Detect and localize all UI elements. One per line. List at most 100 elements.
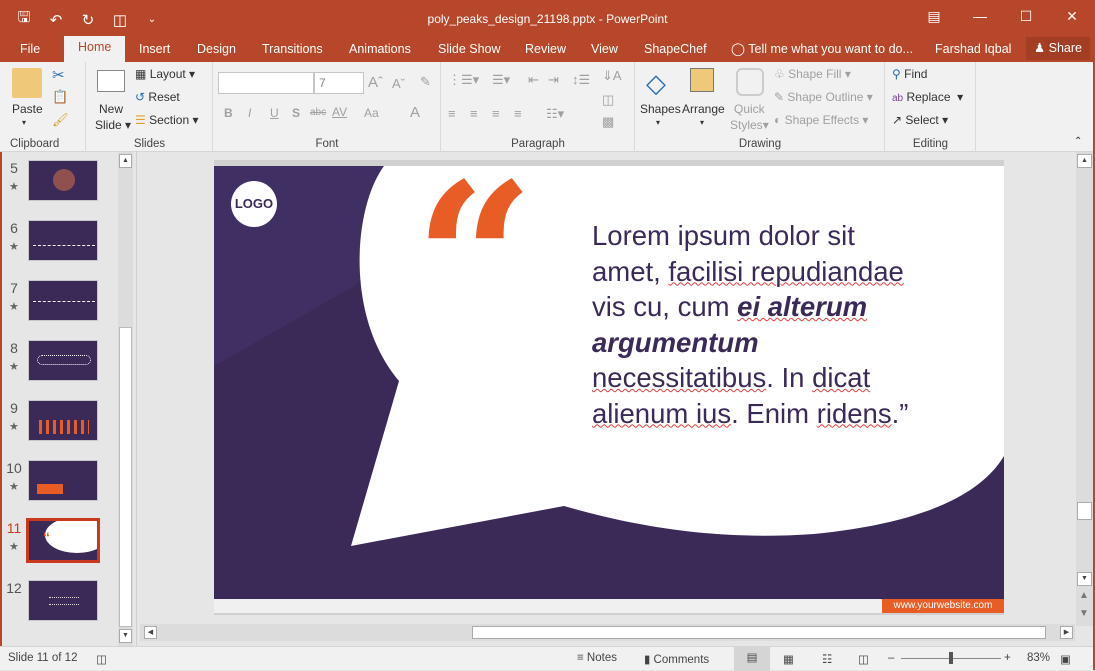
- select-button[interactable]: ↗ Select ▾: [892, 113, 948, 127]
- format-painter-icon[interactable]: 🖌: [52, 112, 69, 128]
- close-icon[interactable]: ✕: [1049, 0, 1095, 32]
- quick-styles-label-1[interactable]: Quick: [734, 102, 765, 116]
- align-center-icon[interactable]: ≡: [470, 106, 478, 121]
- text-direction-icon[interactable]: ⇓A: [602, 68, 622, 84]
- slide-thumbnail-7[interactable]: 7 ★: [0, 280, 118, 335]
- font-color-button[interactable]: A: [410, 104, 420, 121]
- website-text[interactable]: www.yourwebsite.com: [882, 599, 1004, 613]
- scroll-left-icon[interactable]: ◀: [144, 626, 157, 639]
- minimize-icon[interactable]: —: [957, 0, 1003, 32]
- scroll-up-icon[interactable]: ▲: [119, 154, 132, 168]
- paste-dropdown-icon[interactable]: ▾: [22, 118, 26, 127]
- numbering-icon[interactable]: ☰▾: [492, 72, 510, 88]
- thumbnail-image[interactable]: [28, 160, 98, 201]
- tab-design[interactable]: Design: [197, 40, 236, 62]
- font-size-input[interactable]: 7: [314, 72, 364, 94]
- smartart-icon[interactable]: ▩: [602, 114, 614, 130]
- underline-button[interactable]: U: [270, 106, 279, 120]
- scroll-right-icon[interactable]: ▶: [1060, 626, 1073, 639]
- arrange-icon[interactable]: [690, 68, 714, 92]
- start-slideshow-icon[interactable]: ◫: [110, 11, 130, 29]
- change-case-button[interactable]: Aa: [364, 106, 379, 120]
- save-icon[interactable]: 🖫: [14, 7, 34, 32]
- share-button[interactable]: ♟ Share: [1025, 37, 1090, 60]
- slide-thumbnail-6[interactable]: 6 ★: [0, 220, 118, 275]
- align-left-icon[interactable]: ≡: [448, 106, 456, 121]
- scroll-down-icon[interactable]: ▼: [1077, 572, 1092, 586]
- arrange-button[interactable]: Arrange: [682, 102, 725, 116]
- shadow-button[interactable]: S: [292, 106, 300, 120]
- decrease-indent-icon[interactable]: ⇤: [528, 72, 539, 88]
- tab-review[interactable]: Review: [525, 40, 566, 62]
- previous-slide-icon[interactable]: ▲: [1079, 590, 1089, 601]
- next-slide-icon[interactable]: ▼: [1079, 608, 1089, 619]
- spell-check-icon[interactable]: ◫: [96, 652, 107, 666]
- increase-indent-icon[interactable]: ⇥: [548, 72, 559, 88]
- maximize-icon[interactable]: ☐: [1003, 0, 1049, 32]
- thumbnail-image[interactable]: [28, 340, 98, 381]
- user-name[interactable]: Farshad Iqbal: [935, 40, 1011, 62]
- shapes-dropdown-icon[interactable]: ▾: [656, 118, 660, 127]
- slide-thumbnail-11[interactable]: 11 ★ “: [0, 518, 118, 575]
- slide-sorter-button[interactable]: ▦: [783, 652, 794, 666]
- fit-slide-icon[interactable]: ▣: [1060, 652, 1071, 666]
- columns-icon[interactable]: ☷▾: [546, 106, 564, 122]
- scroll-down-icon[interactable]: ▼: [119, 629, 132, 643]
- ribbon-display-icon[interactable]: ▤: [911, 0, 957, 32]
- bullets-icon[interactable]: ⋮☰▾: [448, 72, 479, 88]
- redo-icon[interactable]: ↻: [78, 11, 98, 29]
- slide-canvas[interactable]: LOGO “ Lorem ipsum dolor sit amet, facil…: [214, 166, 1004, 613]
- tab-shapechef[interactable]: ShapeChef: [644, 40, 707, 62]
- undo-icon[interactable]: ↶: [46, 11, 66, 29]
- thumbnail-image[interactable]: [28, 400, 98, 441]
- shape-outline-button[interactable]: ✎ Shape Outline ▾: [774, 90, 873, 104]
- zoom-out-button[interactable]: –: [888, 652, 894, 664]
- zoom-slider-thumb[interactable]: [949, 652, 953, 664]
- slideshow-view-button[interactable]: ◫: [858, 652, 869, 666]
- justify-icon[interactable]: ≡: [514, 106, 522, 121]
- quick-styles-label-2[interactable]: Styles▾: [730, 118, 769, 132]
- find-button[interactable]: ⚲ Find: [892, 67, 927, 81]
- copy-icon[interactable]: 📋: [52, 89, 68, 105]
- tab-home[interactable]: Home: [64, 36, 126, 62]
- strikethrough-button[interactable]: abc: [310, 107, 326, 118]
- new-slide-label-2[interactable]: Slide ▾: [95, 118, 131, 132]
- tab-view[interactable]: View: [591, 40, 618, 62]
- slide-thumbnail-9[interactable]: 9 ★: [0, 400, 118, 455]
- reading-view-button[interactable]: ☷: [822, 652, 832, 666]
- tab-transitions[interactable]: Transitions: [262, 40, 323, 62]
- shapes-icon[interactable]: ◇: [646, 68, 666, 99]
- align-right-icon[interactable]: ≡: [492, 106, 500, 121]
- section-button[interactable]: ☰ Section ▾: [135, 113, 199, 127]
- zoom-in-button[interactable]: +: [1004, 652, 1011, 664]
- tab-file[interactable]: File: [20, 40, 40, 62]
- cut-icon[interactable]: ✂: [52, 66, 65, 84]
- slide-thumbnail-12[interactable]: 12: [0, 580, 118, 635]
- shape-fill-button[interactable]: ♧ Shape Fill ▾: [774, 67, 851, 81]
- shape-effects-button[interactable]: ◐ Shape Effects ▾: [774, 113, 868, 127]
- tab-slide-show[interactable]: Slide Show: [438, 40, 501, 62]
- tab-animations[interactable]: Animations: [349, 40, 411, 62]
- font-name-input[interactable]: [218, 72, 314, 94]
- new-slide-icon[interactable]: [97, 70, 125, 92]
- comments-button[interactable]: ▮ Comments: [644, 652, 709, 666]
- paste-icon[interactable]: [12, 68, 42, 98]
- shrink-font-icon[interactable]: Aˇ: [392, 76, 405, 91]
- zoom-level[interactable]: 83%: [1027, 652, 1050, 664]
- grow-font-icon[interactable]: Aˆ: [368, 74, 383, 91]
- line-spacing-icon[interactable]: ↕☰: [572, 72, 590, 88]
- slide-vertical-scrollbar[interactable]: ▲ ▼ ▲ ▼: [1076, 152, 1093, 626]
- reset-button[interactable]: ↺ Reset: [135, 90, 180, 104]
- align-text-icon[interactable]: ◫: [602, 92, 614, 108]
- bold-button[interactable]: B: [224, 106, 233, 120]
- thumbnail-image[interactable]: [28, 220, 98, 261]
- slide-horizontal-scrollbar[interactable]: ◀ ▶: [140, 624, 1075, 641]
- thumbnail-image-selected[interactable]: “: [26, 518, 100, 563]
- char-spacing-button[interactable]: AV: [332, 105, 347, 119]
- scroll-up-icon[interactable]: ▲: [1077, 154, 1092, 168]
- thumbnail-image[interactable]: [28, 460, 98, 501]
- shapes-button[interactable]: Shapes: [640, 102, 681, 116]
- normal-view-button[interactable]: ▤: [734, 647, 770, 671]
- customize-qat-icon[interactable]: ⌄: [142, 14, 162, 25]
- new-slide-label-1[interactable]: New: [99, 102, 123, 116]
